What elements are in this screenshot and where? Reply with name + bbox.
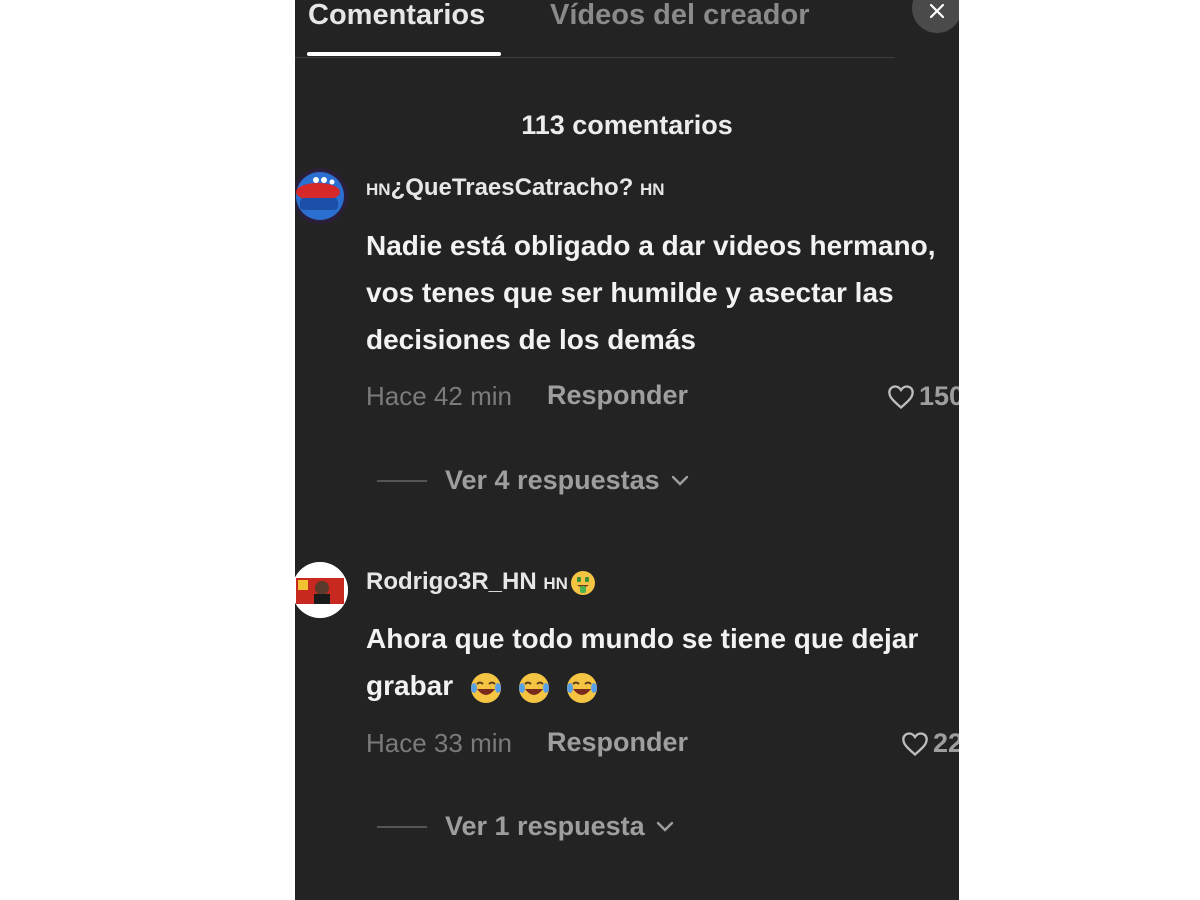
comment-text: Nadie está obligado a dar videos hermano…	[366, 230, 936, 355]
like-button[interactable]: 22	[901, 728, 959, 759]
laughing-tears-emoji	[518, 672, 549, 703]
avatar-photo-image	[295, 562, 348, 618]
comment-text: Ahora que todo mundo se tiene que dejar …	[366, 615, 946, 709]
reply-button[interactable]: Responder	[547, 727, 688, 758]
comments-count: 113 comentarios	[521, 110, 733, 140]
username-text: Rodrigo3R_HN	[366, 568, 537, 595]
like-count: 150	[919, 381, 959, 411]
close-icon	[929, 3, 945, 19]
view-replies-label: Ver 1 respuesta	[445, 811, 645, 841]
like-count: 22	[933, 728, 959, 758]
comment-username[interactable]: Rodrigo3R_HN HN	[366, 568, 596, 596]
comment-time: Hace 42 min	[366, 381, 512, 411]
country-badge: HN	[639, 180, 665, 199]
laughing-tears-emoji	[470, 672, 501, 703]
heart-outline-icon	[902, 731, 928, 756]
view-replies-label: Ver 4 respuestas	[445, 465, 660, 495]
tab-comments[interactable]: Comentarios	[308, 0, 485, 30]
close-button[interactable]	[912, 0, 959, 33]
view-replies-button[interactable]: Ver 4 respuestas	[377, 465, 690, 496]
avatar-logo-image	[295, 168, 348, 224]
view-replies-button[interactable]: Ver 1 respuesta	[377, 811, 675, 842]
money-mouth-emoji	[570, 570, 595, 595]
reply-button[interactable]: Responder	[547, 380, 688, 411]
chevron-down-icon	[656, 821, 673, 832]
active-tab-indicator	[307, 52, 501, 56]
tab-bar: Comentarios Vídeos del creador	[295, 0, 895, 58]
tab-creator-videos[interactable]: Vídeos del creador	[550, 0, 810, 30]
country-badge: HN	[543, 574, 568, 593]
divider-line	[377, 479, 427, 482]
chevron-down-icon	[671, 475, 688, 486]
laughing-tears-emoji	[566, 672, 597, 703]
comment-time: Hace 33 min	[366, 728, 512, 758]
comments-panel: Comentarios Vídeos del creador 113 comen…	[295, 0, 959, 900]
country-badge: HN	[366, 180, 391, 199]
divider-line	[377, 825, 427, 828]
comment-text-content: Ahora que todo mundo se tiene que dejar …	[366, 623, 919, 701]
avatar[interactable]	[295, 562, 348, 618]
heart-outline-icon	[888, 384, 914, 409]
comment-username[interactable]: HN¿QueTraesCatracho? HN	[366, 174, 665, 202]
username-text: ¿QueTraesCatracho?	[390, 174, 634, 201]
avatar[interactable]	[295, 168, 348, 224]
like-button[interactable]: 150	[887, 381, 959, 412]
tabs-divider	[295, 57, 895, 58]
